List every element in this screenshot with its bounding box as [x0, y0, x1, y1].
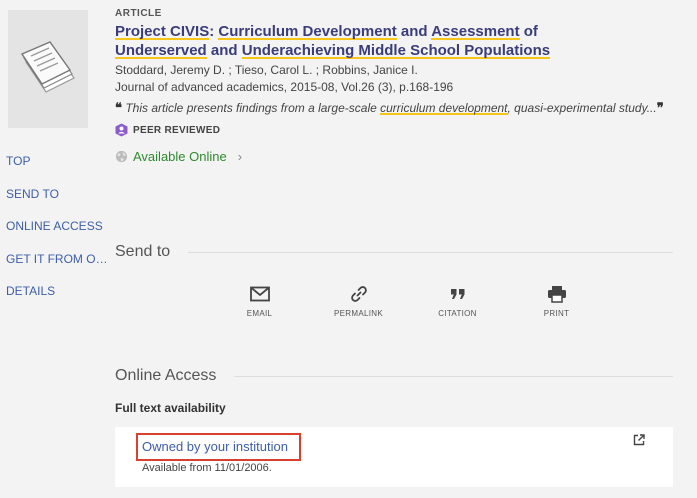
- record-journal: Journal of advanced academics, 2015-08, …: [115, 80, 454, 94]
- resource-type: ARTICLE: [115, 8, 162, 19]
- send-to-heading: Send to: [115, 243, 673, 261]
- external-link-icon[interactable]: [633, 434, 645, 446]
- peer-reviewed-icon: [115, 123, 128, 137]
- document-icon: [20, 41, 75, 93]
- nav-item-send-to[interactable]: SEND TO: [6, 186, 110, 219]
- email-icon: [249, 286, 270, 302]
- nav-item-top[interactable]: TOP: [6, 153, 110, 186]
- full-text-availability-label: Full text availability: [115, 401, 226, 415]
- online-access-heading: Online Access: [115, 367, 673, 385]
- owned-by-institution-link[interactable]: Owned by your institution: [136, 433, 301, 461]
- quote-icon: [450, 289, 464, 299]
- record-thumbnail: [8, 10, 88, 128]
- send-to-actions: EMAIL PERMALINK CITATION PRINT: [210, 284, 606, 318]
- record-title[interactable]: Project CIVIS: Curriculum Development an…: [115, 22, 685, 60]
- email-button[interactable]: EMAIL: [210, 284, 309, 318]
- permalink-button[interactable]: PERMALINK: [309, 284, 408, 318]
- print-button[interactable]: PRINT: [507, 284, 606, 318]
- nav-item-online-access[interactable]: ONLINE ACCESS: [6, 218, 110, 251]
- divider: [188, 251, 673, 253]
- open-quote-icon: ❝: [115, 100, 122, 115]
- record-authors: Stoddard, Jeremy D. ; Tieso, Carol L. ; …: [115, 63, 418, 77]
- available-from-text: Available from 11/01/2006.: [142, 462, 272, 474]
- record-snippet: ❝ This article presents findings from a …: [115, 100, 664, 115]
- section-nav: TOP SEND TO ONLINE ACCESS GET IT FROM OT…: [6, 153, 110, 316]
- close-quote-icon: ❞: [656, 100, 664, 115]
- divider: [234, 375, 673, 377]
- peer-reviewed-badge: PEER REVIEWED: [115, 123, 685, 137]
- citation-button[interactable]: CITATION: [408, 284, 507, 318]
- full-text-card: Owned by your institution Available from…: [115, 427, 673, 487]
- nav-item-details[interactable]: DETAILS: [6, 283, 110, 316]
- print-icon: [547, 286, 566, 303]
- globe-icon: [115, 150, 128, 163]
- available-online-link[interactable]: Available Online ›: [115, 149, 685, 164]
- record-details: ARTICLE Project CIVIS: Curriculum Develo…: [115, 8, 685, 164]
- chevron-right-icon: ›: [237, 149, 243, 164]
- link-icon: [350, 286, 367, 302]
- nav-item-get-it-from-other-libraries[interactable]: GET IT FROM OTHER LIBRARIES: [6, 251, 110, 284]
